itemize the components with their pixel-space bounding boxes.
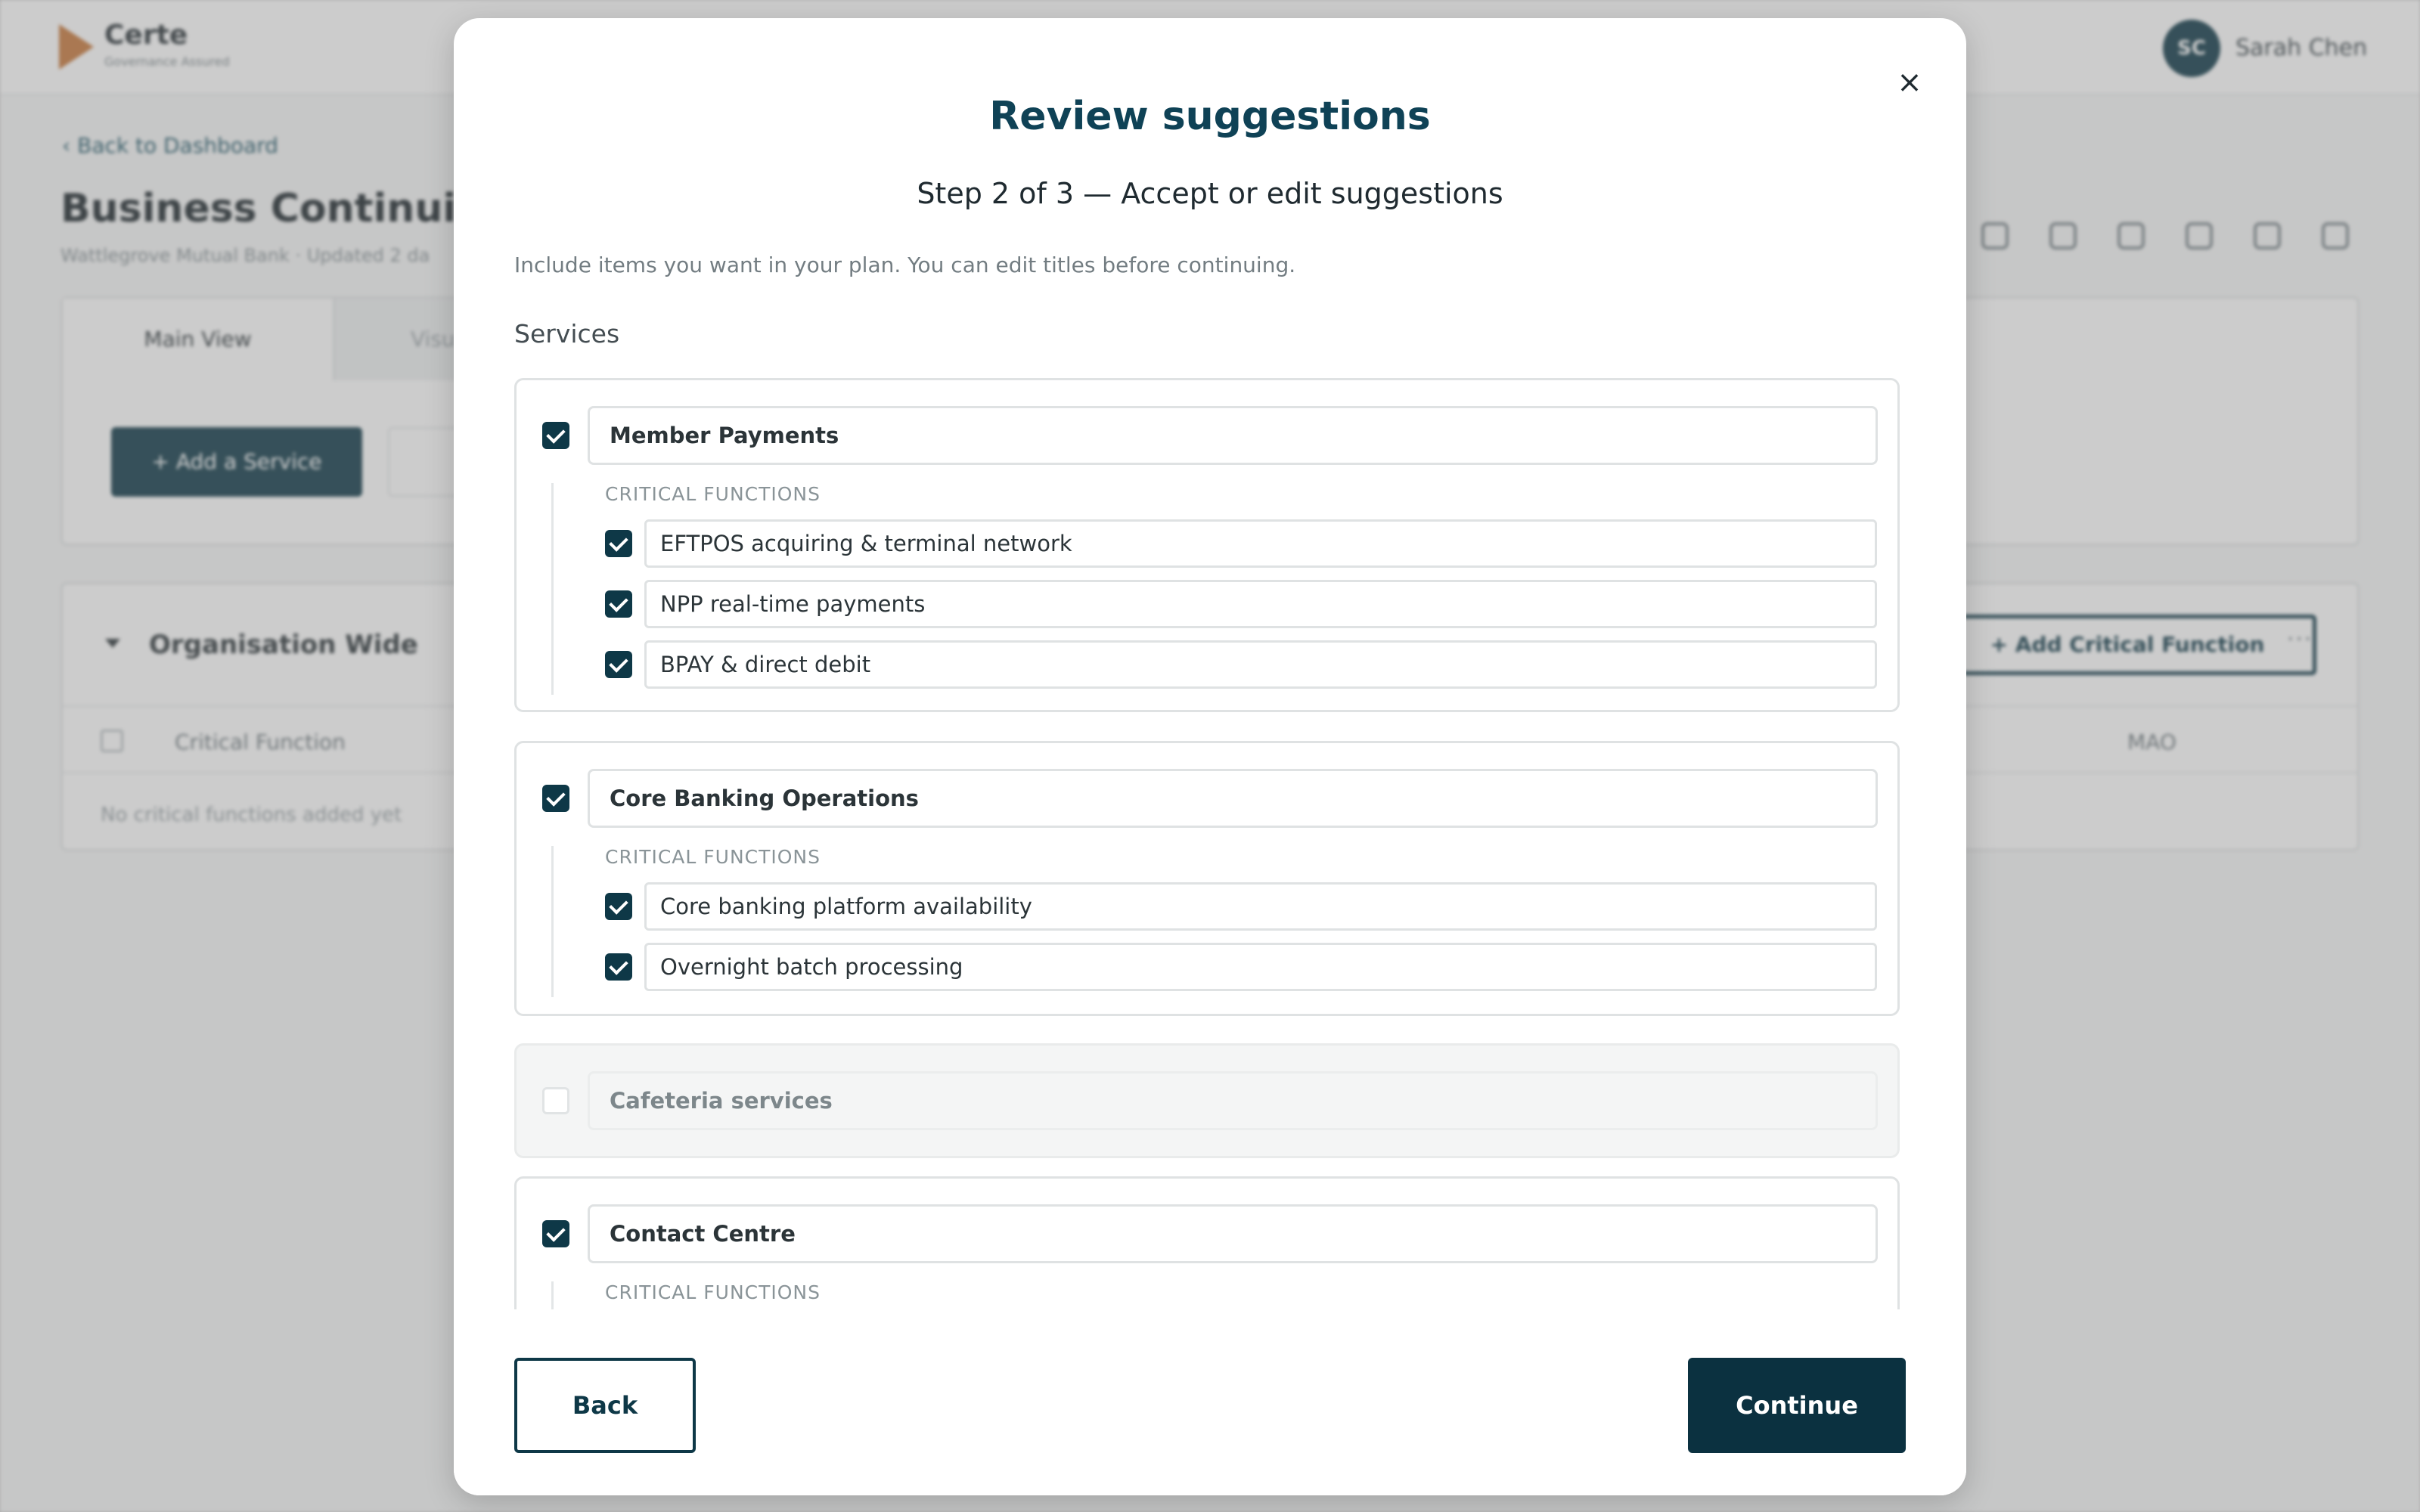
critical-functions-group: CRITICAL FUNCTIONS Core banking platform… bbox=[551, 846, 1882, 997]
critical-function-row: Overnight batch processing bbox=[554, 943, 1882, 991]
service-checkbox[interactable] bbox=[542, 422, 569, 449]
critical-function-row: Core banking platform availability bbox=[554, 882, 1882, 931]
back-button[interactable]: Back bbox=[514, 1358, 696, 1453]
critical-function-input[interactable]: BPAY & direct debit bbox=[644, 640, 1877, 689]
service-checkbox[interactable] bbox=[542, 785, 569, 812]
service-card: Core Banking Operations CRITICAL FUNCTIO… bbox=[514, 741, 1900, 1016]
service-card: Contact Centre CRITICAL FUNCTIONS bbox=[514, 1176, 1900, 1309]
critical-functions-heading: CRITICAL FUNCTIONS bbox=[605, 483, 821, 505]
critical-function-checkbox[interactable] bbox=[605, 651, 632, 678]
continue-button[interactable]: Continue bbox=[1688, 1358, 1906, 1453]
section-label-services: Services bbox=[514, 319, 620, 349]
critical-function-checkbox[interactable] bbox=[605, 893, 632, 920]
service-checkbox[interactable] bbox=[542, 1220, 569, 1247]
service-name-input[interactable]: Cafeteria services bbox=[588, 1071, 1878, 1130]
critical-functions-group: CRITICAL FUNCTIONS bbox=[551, 1281, 1882, 1309]
service-name-input[interactable]: Core Banking Operations bbox=[588, 769, 1878, 828]
service-card: Member Payments CRITICAL FUNCTIONS EFTPO… bbox=[514, 378, 1900, 712]
suggestions-list[interactable]: Member Payments CRITICAL FUNCTIONS EFTPO… bbox=[514, 360, 1906, 1309]
close-icon[interactable]: × bbox=[1891, 64, 1928, 101]
service-checkbox[interactable] bbox=[542, 1087, 569, 1114]
critical-function-input[interactable]: NPP real-time payments bbox=[644, 580, 1877, 628]
critical-functions-group: CRITICAL FUNCTIONS EFTPOS acquiring & te… bbox=[551, 483, 1882, 695]
review-suggestions-modal: Review suggestions × Step 2 of 3 — Accep… bbox=[454, 18, 1966, 1495]
service-row: Core Banking Operations bbox=[517, 769, 1897, 828]
critical-function-checkbox[interactable] bbox=[605, 953, 632, 981]
critical-function-input[interactable]: EFTPOS acquiring & terminal network bbox=[644, 519, 1877, 568]
service-row: Cafeteria services bbox=[517, 1071, 1897, 1130]
service-row: Contact Centre bbox=[517, 1204, 1897, 1263]
critical-function-input[interactable]: Core banking platform availability bbox=[644, 882, 1877, 931]
modal-title: Review suggestions bbox=[989, 94, 1431, 139]
critical-function-row: BPAY & direct debit bbox=[554, 640, 1882, 689]
modal-description: Include items you want in your plan. You… bbox=[514, 253, 1296, 277]
service-name-input[interactable]: Member Payments bbox=[588, 406, 1878, 465]
step-indicator: Step 2 of 3 — Accept or edit suggestions bbox=[917, 177, 1503, 210]
service-name-input[interactable]: Contact Centre bbox=[588, 1204, 1878, 1263]
critical-function-checkbox[interactable] bbox=[605, 590, 632, 618]
critical-functions-heading: CRITICAL FUNCTIONS bbox=[605, 1281, 821, 1303]
critical-function-input[interactable]: Overnight batch processing bbox=[644, 943, 1877, 991]
service-row: Member Payments bbox=[517, 406, 1897, 465]
critical-function-row: NPP real-time payments bbox=[554, 580, 1882, 628]
critical-function-row: EFTPOS acquiring & terminal network bbox=[554, 519, 1882, 568]
service-card: Cafeteria services bbox=[514, 1043, 1900, 1158]
modal-footer: Back Continue bbox=[454, 1309, 1966, 1495]
critical-functions-heading: CRITICAL FUNCTIONS bbox=[605, 846, 821, 868]
critical-function-checkbox[interactable] bbox=[605, 530, 632, 557]
